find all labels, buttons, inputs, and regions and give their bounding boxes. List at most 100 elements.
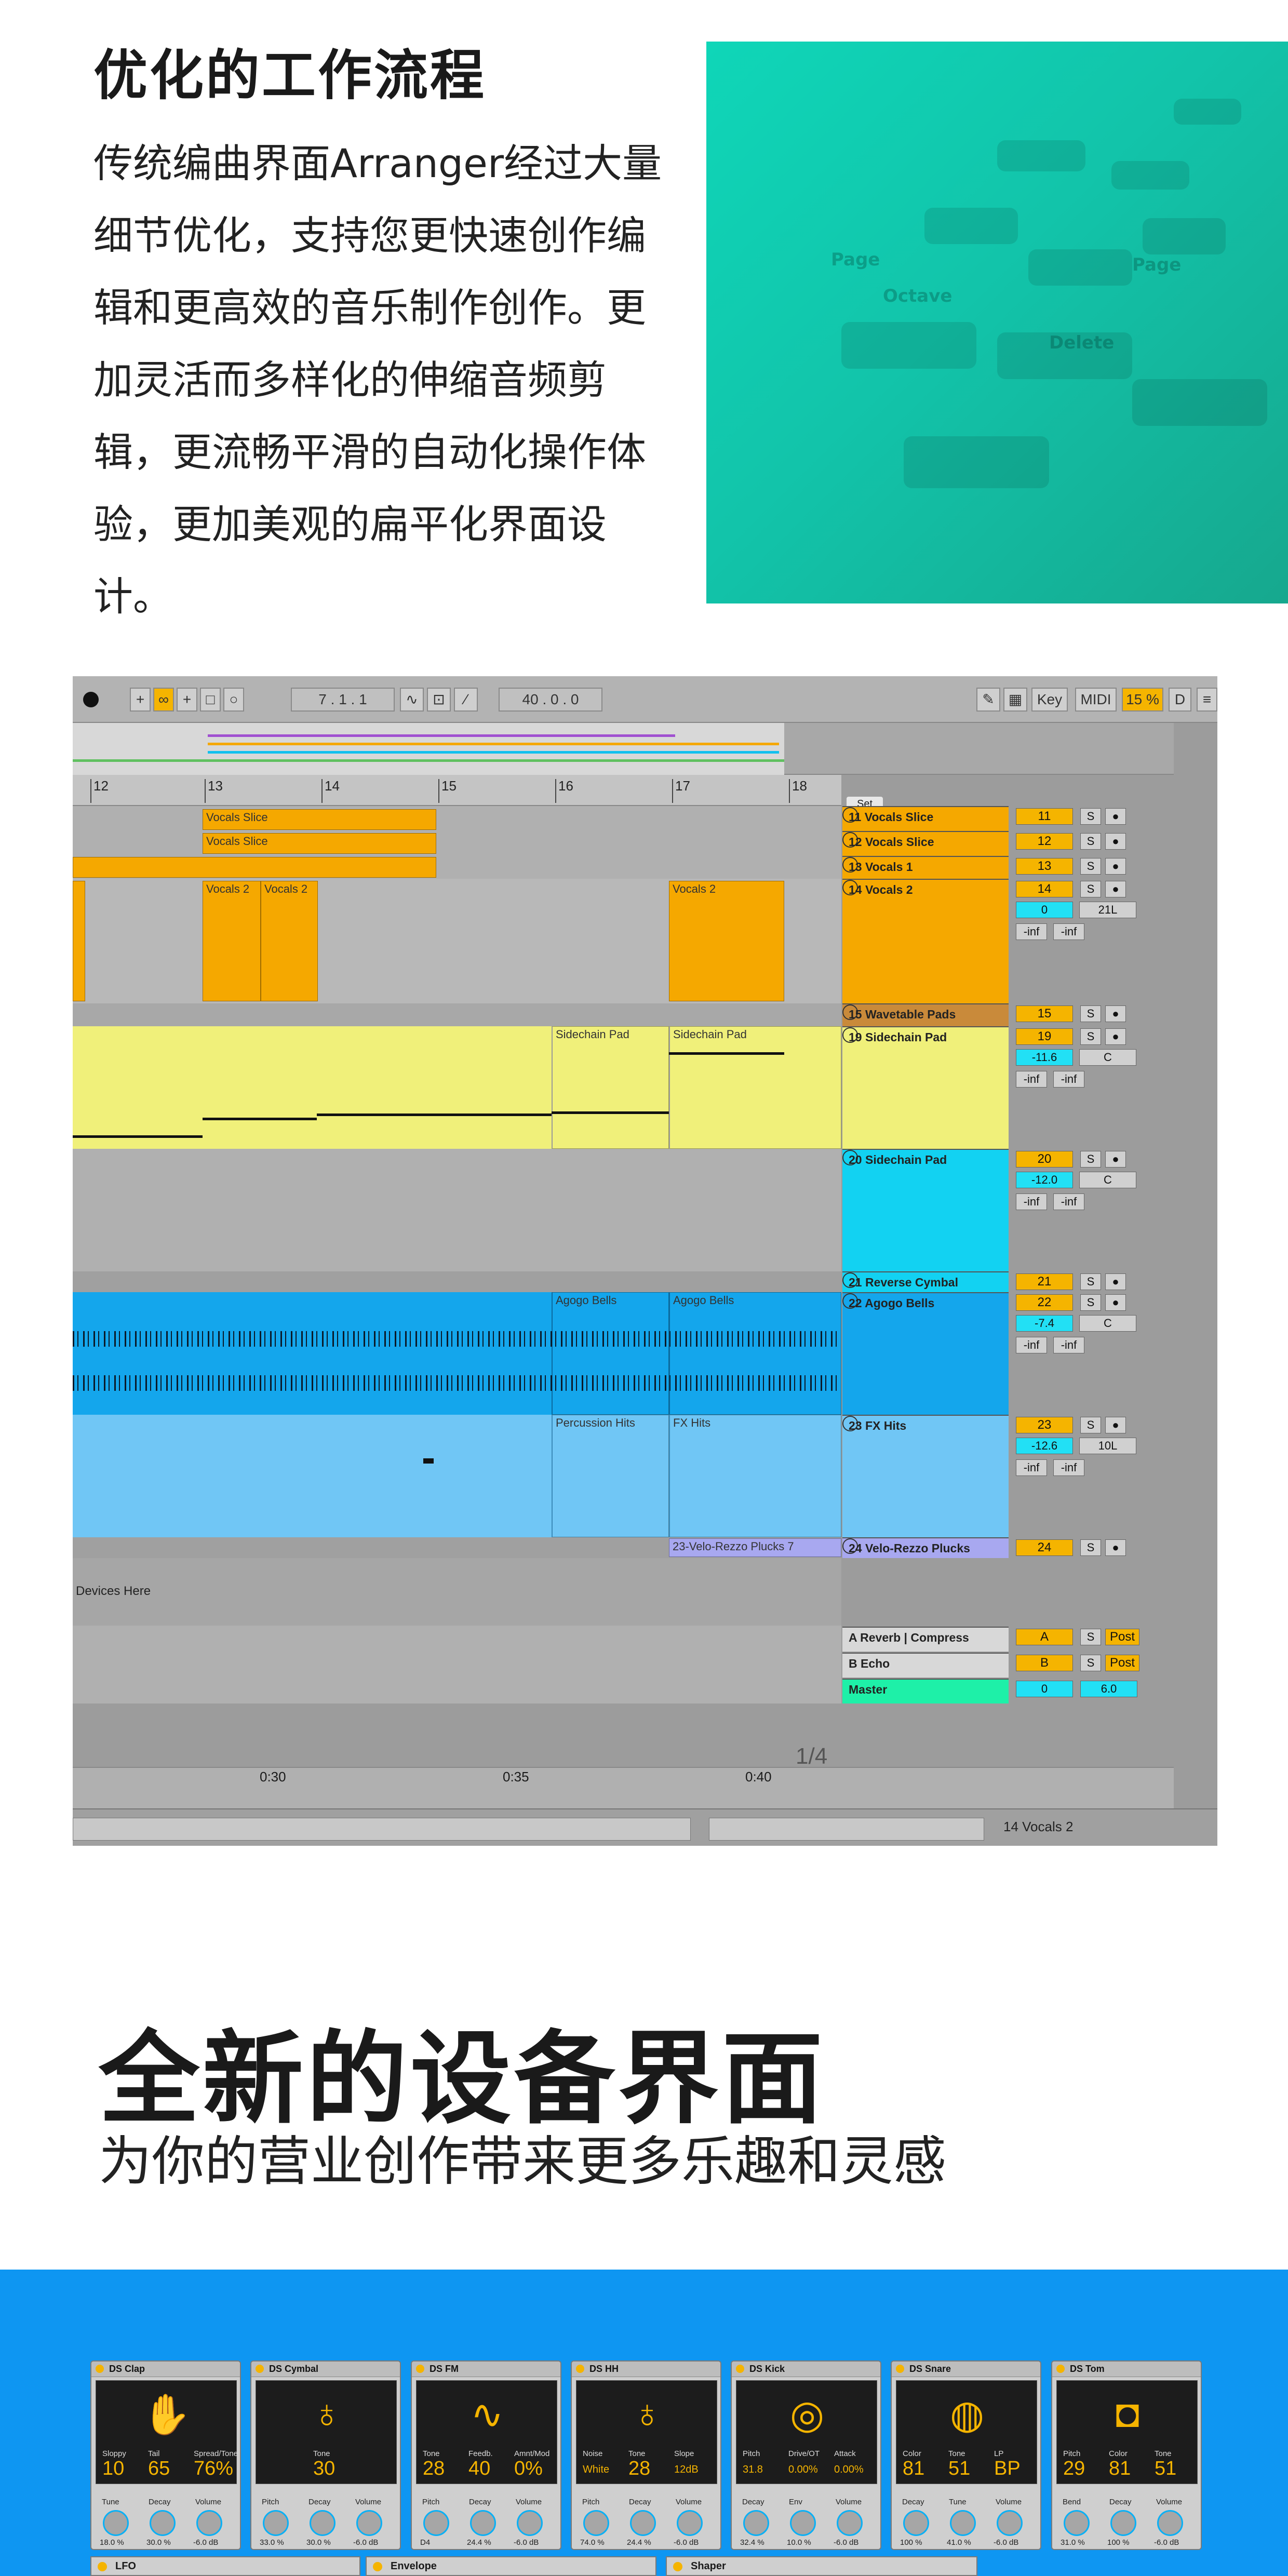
knob[interactable] (1157, 2510, 1183, 2536)
solo-button[interactable]: S (1080, 1028, 1101, 1045)
arm-button[interactable]: ● (1105, 881, 1126, 897)
metronome-icon[interactable]: ○ (223, 688, 244, 712)
solo-button[interactable]: S (1080, 1151, 1101, 1168)
drop-zone[interactable]: Devices Here (73, 1558, 841, 1626)
post-toggle[interactable]: Post (1105, 1629, 1139, 1645)
param-value[interactable]: 0% (514, 2458, 543, 2480)
knob[interactable] (677, 2510, 703, 2536)
clip[interactable]: FX Hits (669, 1415, 841, 1537)
param-value[interactable]: 10 (102, 2458, 124, 2480)
device-title[interactable]: DS Cymbal (251, 2362, 400, 2377)
send-a-field[interactable]: -inf (1016, 1071, 1047, 1088)
master-value[interactable]: 6.0 (1080, 1681, 1137, 1697)
pan-field[interactable]: C (1079, 1315, 1136, 1332)
drum-device[interactable]: DS Cymbal ♁ Tone 30 Pitch 33.0 % Decay 30.0 % Vo… (250, 2360, 401, 2550)
track-activator[interactable]: 19 (1016, 1028, 1073, 1045)
arm-button[interactable]: ● (1105, 1028, 1126, 1045)
master-volume[interactable]: 0 (1016, 1681, 1073, 1697)
solo-button[interactable]: S (1080, 1417, 1101, 1433)
track-activator[interactable]: 15 (1016, 1005, 1073, 1022)
clip[interactable]: Vocals Slice (203, 809, 436, 830)
draw-mode-icon[interactable]: ∿ (400, 688, 424, 712)
param-value[interactable]: 28 (423, 2458, 445, 2480)
clip[interactable]: Vocals 2 (203, 881, 261, 1001)
knob[interactable] (103, 2510, 129, 2536)
track-header[interactable]: 22 Agogo Bells (842, 1292, 1009, 1415)
punch-icon[interactable]: ∕ (454, 688, 478, 712)
solo-button[interactable]: S (1080, 1655, 1101, 1671)
clip[interactable]: 23-Velo-Rezzo Plucks 7 (669, 1538, 841, 1557)
overflow-menu-icon[interactable]: ≡ (1197, 688, 1217, 712)
solo-button[interactable]: S (1080, 858, 1101, 875)
track-header[interactable]: 24 Velo-Rezzo Plucks (842, 1537, 1009, 1558)
device-title[interactable]: DS Tom (1052, 2362, 1201, 2377)
send-a-field[interactable]: -inf (1016, 1337, 1047, 1353)
knob[interactable] (356, 2510, 382, 2536)
solo-button[interactable]: S (1080, 1005, 1101, 1022)
modulation-device[interactable]: Envelope (366, 2556, 656, 2576)
post-toggle[interactable]: Post (1105, 1655, 1139, 1671)
knob[interactable] (1110, 2510, 1136, 2536)
time-ruler[interactable]: 0:30 0:35 0:40 (73, 1767, 1174, 1808)
solo-button[interactable]: S (1080, 1273, 1101, 1290)
knob[interactable] (630, 2510, 656, 2536)
follow-icon[interactable]: + (177, 688, 197, 712)
modulation-device[interactable]: LFO (90, 2556, 360, 2576)
knob[interactable] (903, 2510, 929, 2536)
key-map-button[interactable]: Key (1031, 688, 1068, 712)
knob[interactable] (583, 2510, 609, 2536)
track-header[interactable]: 12 Vocals Slice (842, 831, 1009, 856)
track-activator[interactable]: 20 (1016, 1151, 1073, 1168)
modulation-device[interactable]: Shaper (666, 2556, 977, 2576)
volume-field[interactable]: -11.6 (1016, 1049, 1073, 1066)
solo-button[interactable]: S (1080, 1629, 1101, 1645)
return-activator[interactable]: B (1016, 1655, 1073, 1671)
volume-field[interactable]: 0 (1016, 902, 1073, 918)
clip[interactable]: Vocals 2 (261, 881, 318, 1001)
knob[interactable] (743, 2510, 769, 2536)
track-activator[interactable]: 11 (1016, 808, 1073, 825)
arm-button[interactable]: ● (1105, 1417, 1126, 1433)
track-header[interactable]: 14 Vocals 2 (842, 879, 1009, 1003)
automation-icon[interactable]: ∞ (153, 688, 174, 712)
position-display[interactable]: 7 . 1 . 1 (291, 688, 395, 712)
clip[interactable]: Sidechain Pad (552, 1026, 669, 1149)
pan-field[interactable]: C (1079, 1172, 1136, 1188)
device-title[interactable]: DS Clap (91, 2362, 240, 2377)
knob[interactable] (196, 2510, 222, 2536)
drum-device[interactable]: DS FM ∿ Tone 28 Feedb. 40 Amnt/Mod 0% Pitch D4 Dec… (411, 2360, 561, 2550)
track-activator[interactable]: 13 (1016, 858, 1073, 875)
arrangement-view[interactable]: Vocals Slice Vocals Slice Vocals 2 Vocal… (73, 806, 841, 1703)
device-title[interactable]: DS Snare (892, 2362, 1040, 2377)
record-icon[interactable] (83, 692, 99, 707)
send-b-field[interactable]: -inf (1053, 1071, 1084, 1088)
volume-field[interactable]: -7.4 (1016, 1315, 1073, 1332)
clip[interactable]: Sidechain Pad (669, 1026, 841, 1149)
overview-strip[interactable] (73, 723, 1174, 775)
param-value[interactable]: 0.00% (834, 2464, 864, 2476)
send-b-field[interactable]: -inf (1053, 1459, 1084, 1476)
knob[interactable] (790, 2510, 816, 2536)
return-track-header[interactable]: A Reverb | Compress (842, 1627, 1009, 1652)
param-value[interactable]: 29 (1063, 2458, 1085, 2480)
pan-field[interactable]: 10L (1079, 1438, 1136, 1454)
solo-button[interactable]: S (1080, 1539, 1101, 1556)
arm-button[interactable]: ● (1105, 833, 1126, 850)
param-value[interactable]: White (583, 2464, 609, 2476)
send-b-field[interactable]: -inf (1053, 1337, 1084, 1353)
solo-button[interactable]: S (1080, 833, 1101, 850)
param-value[interactable]: 0.00% (788, 2464, 818, 2476)
pan-field[interactable]: 21L (1079, 902, 1136, 918)
knob[interactable] (423, 2510, 449, 2536)
solo-button[interactable]: S (1080, 881, 1101, 897)
drum-device[interactable]: DS Snare ◍ Color 81 Tone 51 LP BP Decay 100 % Tune… (891, 2360, 1041, 2550)
clip[interactable] (73, 881, 85, 1001)
add-icon[interactable]: + (130, 688, 151, 712)
loop-toggle-icon[interactable]: ⊡ (427, 688, 451, 712)
track-header[interactable]: 23 FX Hits (842, 1415, 1009, 1537)
knob[interactable] (150, 2510, 176, 2536)
drum-device[interactable]: DS Kick ◎ Pitch 31.8 Drive/OT 0.00% Attack 0.00… (731, 2360, 881, 2550)
track-activator[interactable]: 23 (1016, 1417, 1073, 1433)
drum-device[interactable]: DS HH ♁ Noise White Tone 28 Slope 12dB Pitch 74.0… (571, 2360, 721, 2550)
loop-length-display[interactable]: 40 . 0 . 0 (499, 688, 602, 712)
